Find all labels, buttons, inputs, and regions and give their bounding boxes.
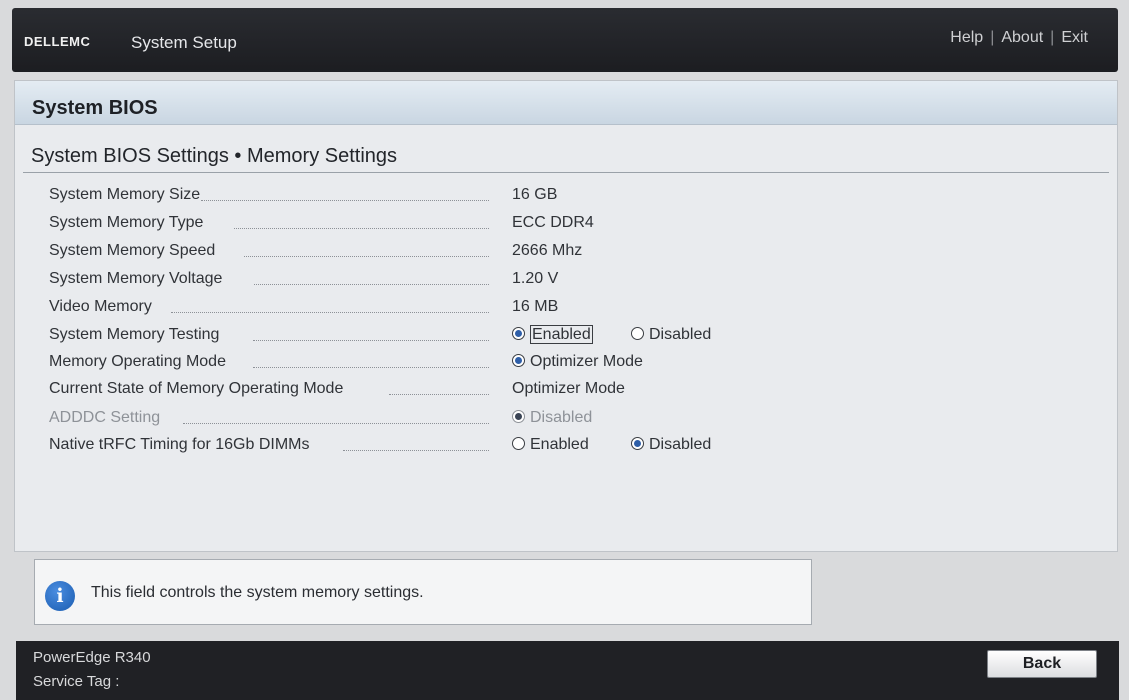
link-separator: | bbox=[990, 29, 995, 46]
setting-label: System Memory Testing bbox=[49, 326, 220, 343]
help-text: This field controls the system memory se… bbox=[91, 584, 424, 601]
app-title: System Setup bbox=[131, 33, 237, 52]
leader-dots bbox=[389, 394, 489, 395]
setting-label: System Memory Type bbox=[49, 214, 204, 231]
leader-dots bbox=[254, 284, 489, 285]
setting-row-memory-testing: System Memory Testing Enabled Disabled bbox=[15, 325, 1115, 348]
setting-value: ECC DDR4 bbox=[512, 214, 594, 231]
panel-title-bar: System BIOS bbox=[15, 81, 1117, 125]
setting-value: Optimizer Mode bbox=[512, 380, 625, 397]
setting-row-native-trfc: Native tRFC Timing for 16Gb DIMMs Enable… bbox=[15, 436, 1115, 458]
leader-dots bbox=[343, 450, 489, 451]
divider bbox=[23, 172, 1109, 173]
leader-dots bbox=[171, 312, 489, 313]
leader-dots bbox=[201, 200, 489, 201]
exit-link[interactable]: Exit bbox=[1061, 29, 1088, 46]
setting-row-memory-size: System Memory Size 16 GB bbox=[15, 186, 1115, 208]
radio-unselected-icon bbox=[512, 437, 525, 450]
header-links: Help | About | Exit bbox=[950, 29, 1088, 47]
setting-label: Native tRFC Timing for 16Gb DIMMs bbox=[49, 436, 310, 453]
native-trfc-enabled-radio[interactable]: Enabled bbox=[512, 436, 589, 454]
leader-dots bbox=[253, 367, 489, 368]
radio-label: Enabled bbox=[530, 325, 593, 344]
memory-testing-disabled-radio[interactable]: Disabled bbox=[631, 326, 711, 344]
radio-label: Optimizer Mode bbox=[530, 353, 643, 370]
radio-label: Enabled bbox=[530, 436, 589, 453]
setting-row-memory-speed: System Memory Speed 2666 Mhz bbox=[15, 242, 1115, 264]
radio-label: Disabled bbox=[530, 409, 593, 426]
radio-label: Disabled bbox=[649, 326, 712, 343]
link-separator: | bbox=[1050, 29, 1055, 46]
setting-row-memory-voltage: System Memory Voltage 1.20 V bbox=[15, 270, 1115, 292]
info-icon: i bbox=[45, 581, 75, 611]
setting-row-memory-type: System Memory Type ECC DDR4 bbox=[15, 214, 1115, 236]
setting-label: ADDDC Setting bbox=[49, 409, 161, 426]
leader-dots bbox=[253, 340, 489, 341]
radio-selected-icon bbox=[512, 327, 525, 340]
setting-value: 16 GB bbox=[512, 186, 558, 203]
setting-label: Current State of Memory Operating Mode bbox=[49, 380, 344, 397]
radio-selected-icon bbox=[512, 354, 525, 367]
help-link[interactable]: Help bbox=[950, 29, 983, 46]
footer-bar: PowerEdge R340 Service Tag : Back bbox=[16, 641, 1119, 700]
leader-dots bbox=[244, 256, 489, 257]
setting-label: Video Memory bbox=[49, 298, 152, 315]
breadcrumb: System BIOS Settings • Memory Settings bbox=[31, 145, 398, 167]
help-info-box: i This field controls the system memory … bbox=[34, 559, 812, 625]
panel-title: System BIOS bbox=[32, 97, 158, 119]
top-bar: DELLEMC System Setup Help | About | Exit bbox=[12, 8, 1118, 72]
system-model: PowerEdge R340 bbox=[33, 649, 151, 666]
service-tag: Service Tag : bbox=[33, 673, 120, 690]
native-trfc-disabled-radio[interactable]: Disabled bbox=[631, 436, 711, 454]
setting-row-video-memory: Video Memory 16 MB bbox=[15, 298, 1115, 320]
setting-value: 2666 Mhz bbox=[512, 242, 583, 259]
setting-label: System Memory Voltage bbox=[49, 270, 223, 287]
setting-label: System Memory Size bbox=[49, 186, 201, 203]
back-button[interactable]: Back bbox=[987, 650, 1097, 678]
radio-selected-icon bbox=[631, 437, 644, 450]
settings-panel: System BIOS System BIOS Settings • Memor… bbox=[14, 80, 1118, 552]
optimizer-mode-radio[interactable]: Optimizer Mode bbox=[512, 353, 643, 371]
setting-row-adddc: ADDDC Setting Disabled bbox=[15, 409, 1115, 431]
setting-row-current-operating-mode: Current State of Memory Operating Mode O… bbox=[15, 380, 1115, 402]
setting-label: System Memory Speed bbox=[49, 242, 216, 259]
setting-value: 16 MB bbox=[512, 298, 559, 315]
about-link[interactable]: About bbox=[1001, 29, 1043, 46]
radio-unselected-icon bbox=[631, 327, 644, 340]
radio-selected-icon bbox=[512, 410, 525, 423]
setting-value: 1.20 V bbox=[512, 270, 559, 287]
adddc-disabled-radio: Disabled bbox=[512, 409, 592, 427]
radio-label: Disabled bbox=[649, 436, 712, 453]
setting-row-operating-mode: Memory Operating Mode Optimizer Mode bbox=[15, 353, 1115, 375]
setting-label: Memory Operating Mode bbox=[49, 353, 226, 370]
dell-emc-logo: DELLEMC bbox=[24, 34, 91, 49]
leader-dots bbox=[234, 228, 489, 229]
leader-dots bbox=[183, 423, 489, 424]
memory-testing-enabled-radio[interactable]: Enabled bbox=[512, 325, 593, 344]
